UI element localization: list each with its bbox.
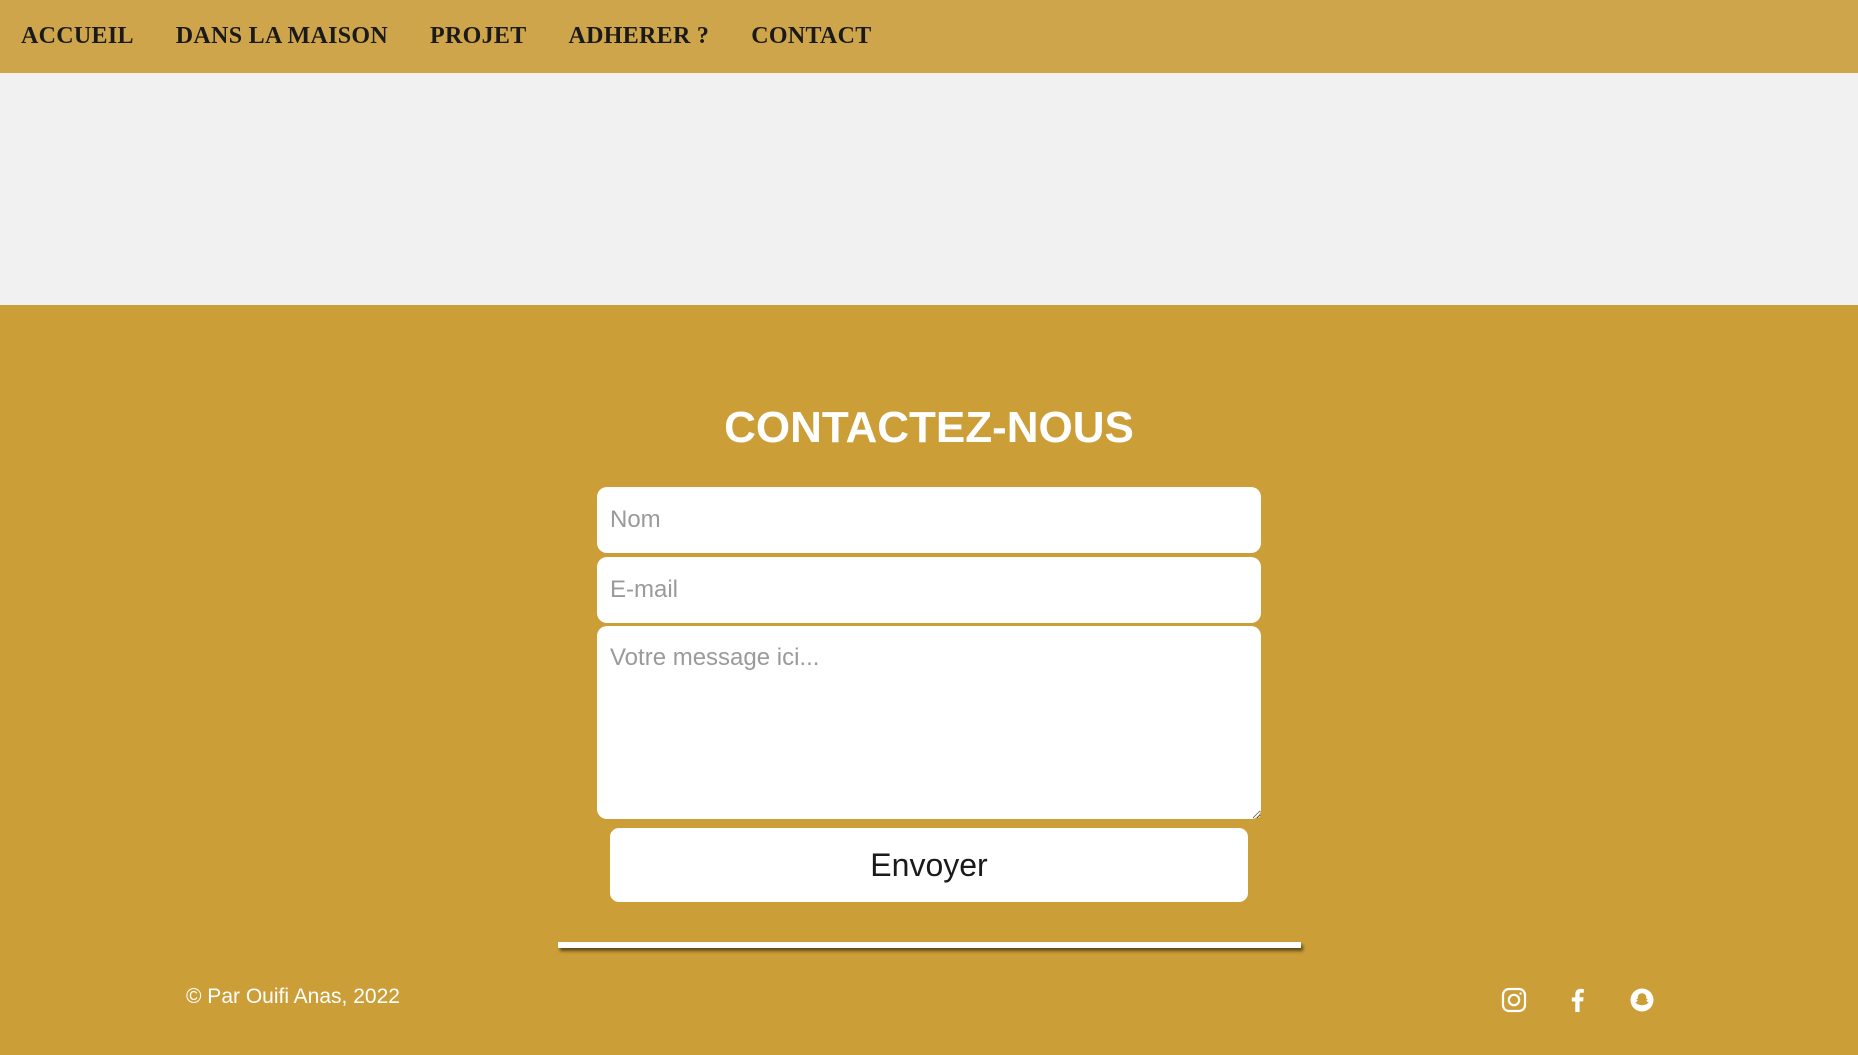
nav-item-contact[interactable]: CONTACT [751, 23, 871, 50]
name-input[interactable] [597, 487, 1261, 553]
nav-item-projet[interactable]: PROJET [430, 23, 526, 50]
contact-section: CONTACTEZ-NOUS Envoyer © Par Ouifi Anas,… [0, 305, 1858, 1055]
instagram-icon[interactable] [1499, 985, 1529, 1015]
nav-item-accueil[interactable]: ACCUEIL [21, 23, 134, 50]
footer-divider [558, 942, 1301, 948]
submit-button[interactable]: Envoyer [610, 828, 1248, 902]
copyright-text: © Par Ouifi Anas, 2022 [186, 985, 400, 1008]
snapchat-icon[interactable] [1627, 985, 1657, 1015]
contact-title: CONTACTEZ-NOUS [724, 403, 1134, 452]
message-textarea[interactable] [597, 626, 1261, 819]
email-input[interactable] [597, 557, 1261, 623]
nav-item-adherer[interactable]: ADHERER ? [569, 23, 710, 50]
nav-item-dans-la-maison[interactable]: DANS LA MAISON [176, 23, 388, 50]
hero-banner [0, 73, 1858, 305]
facebook-icon[interactable] [1563, 985, 1593, 1015]
top-navbar: ACCUEIL DANS LA MAISON PROJET ADHERER ? … [0, 0, 1858, 73]
